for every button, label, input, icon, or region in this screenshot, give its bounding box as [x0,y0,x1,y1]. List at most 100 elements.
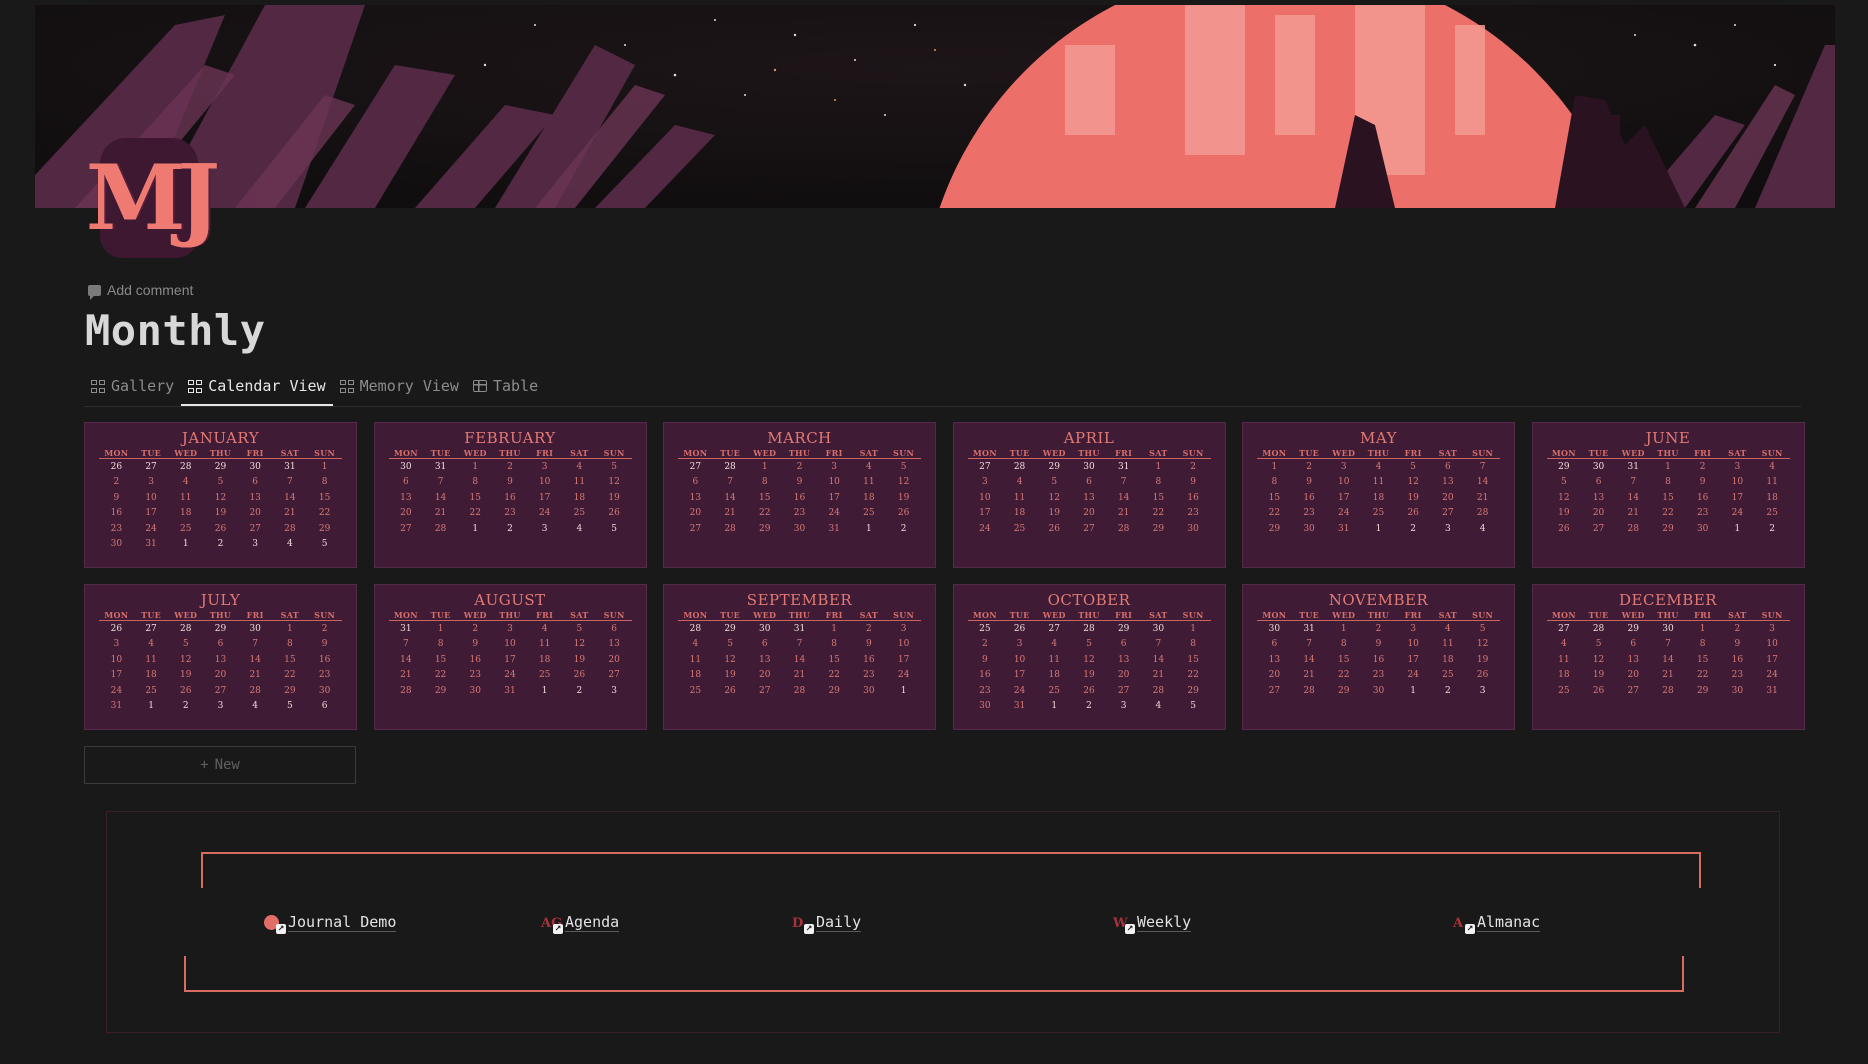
day-cell: 19 [1592,670,1605,681]
link-agenda[interactable]: AG ↗ Agenda [541,913,620,934]
day-cell: 17 [504,654,516,665]
weekday-header: SUN [307,610,342,621]
weekday-header: SAT [851,610,887,621]
day-cell: 14 [1303,654,1315,665]
weekday-header: TUE [1581,610,1616,621]
new-item-button[interactable]: + New [84,746,356,784]
day-cell: 1 [1375,523,1382,534]
almanac-logo-text: A [1453,915,1464,931]
link-weekly[interactable]: W ↗ Weekly [1113,914,1192,934]
day-cell: 30 [1268,623,1281,634]
day-cell: 27 [979,461,991,472]
day-cell: 24 [1013,685,1026,696]
day-cell: 1 [1699,623,1706,634]
day-cell: 27 [1117,685,1130,696]
day-cell: 11 [1048,654,1060,665]
day-cell: 1 [541,685,548,696]
month-card-january[interactable]: JANUARY MON TUE WED THU FRI SAT SUN 26 27 28 29 30 31… [84,422,357,568]
link-daily[interactable]: D ↗ Daily [792,914,862,934]
day-cell: 9 [507,477,513,488]
day-cell: 8 [1271,477,1278,488]
page-title[interactable]: Monthly [85,306,266,355]
day-cell: 26 [573,670,586,681]
month-calendar-table: MON TUE WED THU FRI SAT SUN 31 1 2 3 4 5 6 7 8 9 10 11 12 13… [388,610,632,699]
day-cell: 11 [1372,477,1385,488]
day-cell: 18 [180,508,192,519]
day-cell: 17 [538,492,551,503]
day-cell: 14 [284,492,296,503]
tab-memory-view[interactable]: Memory View [333,368,466,404]
day-cell: 18 [538,654,551,665]
day-cell: 21 [724,508,736,519]
tab-gallery[interactable]: Gallery [84,368,181,404]
month-calendar-table: MON TUE WED THU FRI SAT SUN 27 28 29 30 1 2 3 4 5 6 7 8 9 10… [1546,610,1790,699]
weekday-header: SAT [1141,610,1176,621]
day-cell: 7 [1306,639,1312,650]
link-label: Agenda [565,913,620,932]
day-cell: 29 [1187,685,1199,696]
weekday-header: WED [747,610,783,621]
day-cell: 2 [1410,523,1417,534]
day-cell: 14 [1152,654,1165,665]
day-cell: 31 [1627,461,1639,472]
weekday-header: FRI [816,610,852,621]
gallery-grid-icon [339,379,354,393]
weekday-header: WED [1615,610,1651,621]
month-card-september[interactable]: SEPTEMBER MON TUE WED THU FRI SAT SUN 28 29 30 31 1 2… [663,584,936,730]
month-card-june[interactable]: JUNE MON TUE WED THU FRI SAT SUN 29 30 31 1 2 3 4 5 6 7 8 9… [1531,422,1805,568]
link-arrow-icon: ↗ [553,924,563,934]
weekday-header: TUE [423,448,458,459]
tab-calendar-view[interactable]: Calendar View [181,368,333,406]
weekday-header: SAT [272,448,308,459]
weekday-header: SAT [851,448,887,459]
tab-table[interactable]: Table [466,368,545,404]
day-cell: 14 [400,654,412,665]
day-cell: 20 [1083,508,1095,519]
month-card-april[interactable]: APRIL MON TUE WED THU FRI SAT SUN 27 28 29 30 31 1 2 3 4… [952,422,1226,568]
day-cell: 23 [979,685,991,696]
month-card-august[interactable]: AUGUST MON TUE WED THU FRI SAT SUN 31 1 2 3 4 5 6 7 8 9 10… [373,584,647,730]
month-card-may[interactable]: MAY MON TUE WED THU FRI SAT SUN 1 2 3 4 5 6 7 8 9 10 11 12 1… [1242,422,1515,568]
month-card-december[interactable]: DECEMBER MON TUE WED THU FRI SAT SUN 27 28 29 30 1 2 3… [1531,584,1805,730]
day-cell: 15 [469,492,481,503]
day-cell: 21 [1662,670,1674,681]
day-cell: 31 [1766,685,1778,696]
page-icon-logo[interactable]: MJ [86,138,220,258]
day-cell: 18 [689,670,702,681]
weekday-header: TUE [712,448,748,459]
day-cell: 5 [727,639,733,650]
month-card-november[interactable]: NOVEMBER MON TUE WED THU FRI SAT SUN 30 31 1 2 3 4 5 6 7… [1242,584,1515,730]
weekday-header: TUE [423,610,458,621]
day-cell: 29 [1627,623,1639,634]
day-cell: 12 [1558,492,1570,503]
weekday-header: FRI [1106,610,1142,621]
gallery-grid-icon [91,379,105,393]
day-cell: 15 [1152,492,1165,503]
day-cell: 10 [110,654,123,665]
day-cell: 25 [1766,508,1778,519]
link-almanac[interactable]: A ↗ Almanac [1453,914,1541,934]
weekday-header: TUE [1291,610,1327,621]
day-cell: 17 [1766,654,1778,665]
link-journal-demo[interactable]: ↗ Journal Demo [264,914,397,934]
day-cell: 9 [981,654,988,665]
month-card-february[interactable]: FEBRUARY MON TUE WED THU FRI SAT SUN 30 31 1 2 3 4 5 6 7… [373,422,647,568]
weekday-header: THU [782,448,817,459]
link-arrow-icon: ↗ [804,924,814,934]
day-cell: 27 [1048,623,1060,634]
day-cell: 10 [1731,477,1744,488]
day-cell: 30 [863,685,875,696]
day-cell: 1 [321,461,328,472]
month-card-march[interactable]: MARCH MON TUE WED THU FRI SAT SUN 27 28 1 2 3 4 5 6 7 8 9 1… [663,422,936,568]
add-comment-button[interactable]: Add comment [88,282,193,300]
link-arrow-icon: ↗ [1125,924,1135,934]
day-cell: 12 [1592,654,1605,665]
day-cell: 15 [318,492,331,503]
month-card-july[interactable]: JULY MON TUE WED THU FRI SAT SUN 26 27 28 29 30 1 2 3 4 5… [84,584,357,730]
almanac-logo-icon: A ↗ [1453,914,1475,934]
weekday-header: TUE [133,448,169,459]
day-cell: 1 [472,461,479,472]
day-cell: 29 [759,523,771,534]
month-card-october[interactable]: OCTOBER MON TUE WED THU FRI SAT SUN 25 26 27 28 29 30… [952,584,1226,730]
day-cell: 29 [1048,461,1060,472]
